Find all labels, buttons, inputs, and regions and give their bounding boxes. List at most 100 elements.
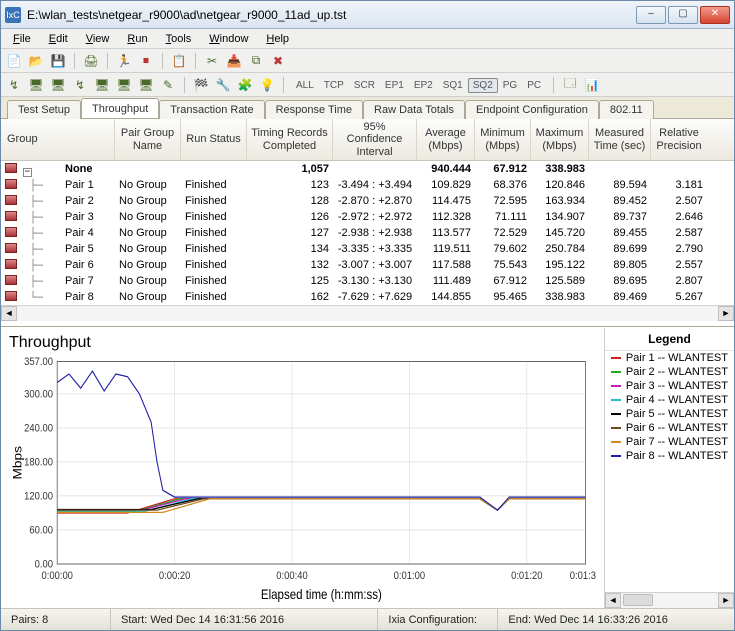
tab-throughput[interactable]: Throughput — [81, 98, 159, 118]
menu-bar: FileEditViewRunToolsWindowHelp — [1, 29, 734, 49]
tool-icon-11[interactable]: 🧩 — [236, 76, 254, 94]
menu-view[interactable]: View — [78, 31, 118, 47]
col-confidence[interactable]: 95% Confidence Interval — [333, 119, 417, 160]
cell-run-status: Finished — [181, 211, 247, 223]
filter-ep1[interactable]: EP1 — [380, 78, 409, 93]
col-relative-precision[interactable]: Relative Precision — [651, 119, 707, 160]
chart-plot: 0.0060.00120.00180.00240.00300.00357.000… — [9, 354, 596, 604]
menu-file[interactable]: File — [5, 31, 39, 47]
col-maximum[interactable]: Maximum (Mbps) — [531, 119, 589, 160]
table-row[interactable]: ├─Pair 4No GroupFinished127-2.938 : +2.9… — [1, 225, 734, 241]
legend-item[interactable]: Pair 1 -- WLANTEST — [605, 351, 734, 365]
col-pair-group[interactable]: Pair Group Name — [115, 119, 181, 160]
col-minimum[interactable]: Minimum (Mbps) — [475, 119, 531, 160]
tool-icon-14[interactable]: 📊 — [583, 76, 601, 94]
status-bar: Pairs: 8 Start: Wed Dec 14 16:31:56 2016… — [1, 608, 734, 630]
duplicate-icon[interactable]: ⧉ — [247, 52, 265, 70]
total-timing: 1,057 — [247, 163, 333, 175]
table-row[interactable]: ├─Pair 6No GroupFinished132-3.007 : +3.0… — [1, 257, 734, 273]
table-total-row[interactable]: −None1,057940.44467.912338.983 — [1, 161, 734, 177]
scroll-right-icon[interactable]: ► — [718, 306, 734, 321]
filter-tcp[interactable]: TCP — [319, 78, 349, 93]
window-title: E:\wlan_tests\netgear_r9000\ad\netgear_r… — [27, 8, 636, 22]
legend-item[interactable]: Pair 4 -- WLANTEST — [605, 393, 734, 407]
total-label: None — [61, 163, 115, 175]
close-button[interactable]: ✕ — [700, 6, 730, 24]
save-icon[interactable]: 💾 — [49, 52, 67, 70]
print-icon[interactable]: 🖨 — [82, 52, 100, 70]
menu-help[interactable]: Help — [258, 31, 297, 47]
maximize-button[interactable]: ▢ — [668, 6, 698, 24]
new-icon[interactable]: 📄 — [5, 52, 23, 70]
legend-item[interactable]: Pair 3 -- WLANTEST — [605, 379, 734, 393]
tool-icon-13[interactable]: 🗔 — [561, 76, 579, 94]
tool-icon-3[interactable]: 🖥 — [49, 76, 67, 94]
cell-pair-group: No Group — [115, 211, 181, 223]
col-measured-time[interactable]: Measured Time (sec) — [589, 119, 651, 160]
tab-endpoint-configuration[interactable]: Endpoint Configuration — [465, 100, 599, 119]
table-row[interactable]: ├─Pair 1No GroupFinished123-3.494 : +3.4… — [1, 177, 734, 193]
table-row[interactable]: ├─Pair 5No GroupFinished134-3.335 : +3.3… — [1, 241, 734, 257]
open-icon[interactable]: 📂 — [27, 52, 45, 70]
tool-icon-6[interactable]: 🖥 — [115, 76, 133, 94]
scroll-right-icon[interactable]: ► — [718, 593, 734, 608]
legend-item[interactable]: Pair 5 -- WLANTEST — [605, 407, 734, 421]
col-group[interactable]: Group — [1, 119, 115, 160]
tool-icon-4[interactable]: ↯ — [71, 76, 89, 94]
cell-min: 75.543 — [475, 259, 531, 271]
filter-ep2[interactable]: EP2 — [409, 78, 438, 93]
filter-pc[interactable]: PC — [522, 78, 546, 93]
tool-icon-5[interactable]: 🖥 — [93, 76, 111, 94]
tool-icon-10[interactable]: 🔧 — [214, 76, 232, 94]
menu-window[interactable]: Window — [201, 31, 256, 47]
run-icon[interactable]: 🏃 — [115, 52, 133, 70]
tool-icon-12[interactable]: 💡 — [258, 76, 276, 94]
table-horizontal-scrollbar[interactable]: ◄ ► — [1, 305, 734, 321]
tool-icon-1[interactable]: ↯ — [5, 76, 23, 94]
stop-icon[interactable]: ⏹ — [137, 52, 155, 70]
legend-item[interactable]: Pair 8 -- WLANTEST — [605, 449, 734, 463]
tool-icon-9[interactable]: 🏁 — [192, 76, 210, 94]
svg-text:Elapsed time (h:mm:ss): Elapsed time (h:mm:ss) — [261, 587, 382, 602]
filter-all[interactable]: ALL — [291, 78, 319, 93]
svg-text:180.00: 180.00 — [24, 457, 53, 469]
legend-swatch — [611, 357, 621, 359]
legend-item[interactable]: Pair 7 -- WLANTEST — [605, 435, 734, 449]
paste-icon[interactable]: 📥 — [225, 52, 243, 70]
menu-edit[interactable]: Edit — [41, 31, 76, 47]
col-average[interactable]: Average (Mbps) — [417, 119, 475, 160]
minimize-button[interactable]: – — [636, 6, 666, 24]
tab-raw-data-totals[interactable]: Raw Data Totals — [363, 100, 465, 119]
filter-pg[interactable]: PG — [498, 78, 522, 93]
legend-scrollbar[interactable]: ◄ ► — [605, 592, 734, 608]
cell-run-status: Finished — [181, 259, 247, 271]
table-row[interactable]: ├─Pair 3No GroupFinished126-2.972 : +2.9… — [1, 209, 734, 225]
filter-scr[interactable]: SCR — [349, 78, 380, 93]
pair-icon — [5, 195, 17, 205]
filter-sq2[interactable]: SQ2 — [468, 78, 498, 93]
scroll-left-icon[interactable]: ◄ — [1, 306, 17, 321]
col-timing-records[interactable]: Timing Records Completed — [247, 119, 333, 160]
tab-transaction-rate[interactable]: Transaction Rate — [159, 100, 264, 119]
delete-icon[interactable]: ✖ — [269, 52, 287, 70]
cut-icon[interactable]: ✂ — [203, 52, 221, 70]
tab-test-setup[interactable]: Test Setup — [7, 100, 81, 119]
tab-response-time[interactable]: Response Time — [265, 100, 363, 119]
tool-icon-7[interactable]: 🖥 — [137, 76, 155, 94]
legend-item[interactable]: Pair 6 -- WLANTEST — [605, 421, 734, 435]
tool-icon-2[interactable]: 🖥 — [27, 76, 45, 94]
legend-swatch — [611, 427, 621, 429]
table-row[interactable]: ├─Pair 7No GroupFinished125-3.130 : +3.1… — [1, 273, 734, 289]
tab-802.11[interactable]: 802.11 — [599, 100, 654, 119]
menu-tools[interactable]: Tools — [158, 31, 200, 47]
copy-icon[interactable]: 📋 — [170, 52, 188, 70]
cell-timing: 162 — [247, 291, 333, 303]
filter-sq1[interactable]: SQ1 — [438, 78, 468, 93]
menu-run[interactable]: Run — [119, 31, 155, 47]
col-run-status[interactable]: Run Status — [181, 119, 247, 160]
legend-item[interactable]: Pair 2 -- WLANTEST — [605, 365, 734, 379]
tool-icon-8[interactable]: ✎ — [159, 76, 177, 94]
table-row[interactable]: └─Pair 8No GroupFinished162-7.629 : +7.6… — [1, 289, 734, 305]
table-row[interactable]: ├─Pair 2No GroupFinished128-2.870 : +2.8… — [1, 193, 734, 209]
scroll-left-icon[interactable]: ◄ — [605, 593, 621, 608]
